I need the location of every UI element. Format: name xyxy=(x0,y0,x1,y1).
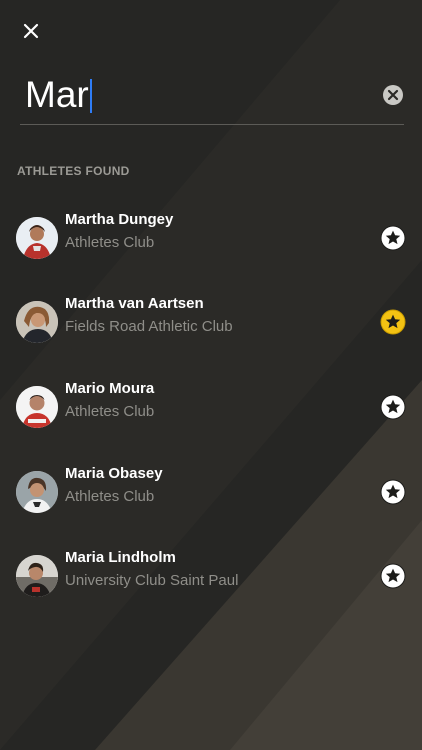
athlete-row[interactable]: Martha van Aartsen Fields Road Athletic … xyxy=(0,295,422,385)
athlete-avatar xyxy=(16,555,58,597)
avatar-photo xyxy=(16,555,58,597)
star-icon xyxy=(380,309,406,335)
athlete-club: Athletes Club xyxy=(65,488,155,505)
athlete-row[interactable]: Mario Moura Athletes Club xyxy=(0,380,422,470)
athlete-row[interactable]: Martha Dungey Athletes Club xyxy=(0,211,422,301)
athlete-avatar xyxy=(16,301,58,343)
favorite-button[interactable] xyxy=(380,309,406,335)
star-icon xyxy=(380,394,406,420)
search-input[interactable]: Mar xyxy=(25,75,92,115)
search-bar: Mar xyxy=(20,70,404,125)
results-header: ATHLETES FOUND xyxy=(17,164,130,178)
athlete-club: Athletes Club xyxy=(65,234,155,251)
text-caret xyxy=(89,79,92,113)
close-button[interactable] xyxy=(16,16,46,46)
avatar-photo xyxy=(16,301,58,343)
athlete-name: Maria Lindholm xyxy=(65,549,176,566)
star-icon xyxy=(380,563,406,589)
athlete-row[interactable]: Maria Lindholm University Club Saint Pau… xyxy=(0,549,422,639)
close-icon xyxy=(23,23,39,39)
clear-search-button[interactable] xyxy=(382,84,404,106)
athlete-name: Martha van Aartsen xyxy=(65,295,204,312)
athlete-club: University Club Saint Paul xyxy=(65,572,239,589)
favorite-button[interactable] xyxy=(380,225,406,251)
search-query-text: Mar xyxy=(25,74,89,115)
star-icon xyxy=(380,225,406,251)
athlete-avatar xyxy=(16,217,58,259)
favorite-button[interactable] xyxy=(380,479,406,505)
athlete-club: Athletes Club xyxy=(65,403,155,420)
athlete-name: Martha Dungey xyxy=(65,211,174,228)
avatar-photo xyxy=(16,386,58,428)
favorite-button[interactable] xyxy=(380,563,406,589)
athlete-club: Fields Road Athletic Club xyxy=(65,318,233,335)
favorite-button[interactable] xyxy=(380,394,406,420)
athlete-name: Mario Moura xyxy=(65,380,155,397)
avatar-photo xyxy=(16,471,58,513)
athlete-avatar xyxy=(16,386,58,428)
athlete-avatar xyxy=(16,471,58,513)
athlete-name: Maria Obasey xyxy=(65,465,163,482)
star-icon xyxy=(380,479,406,505)
athlete-row[interactable]: Maria Obasey Athletes Club xyxy=(0,465,422,555)
avatar-photo xyxy=(16,217,58,259)
clear-search-icon xyxy=(383,85,403,105)
